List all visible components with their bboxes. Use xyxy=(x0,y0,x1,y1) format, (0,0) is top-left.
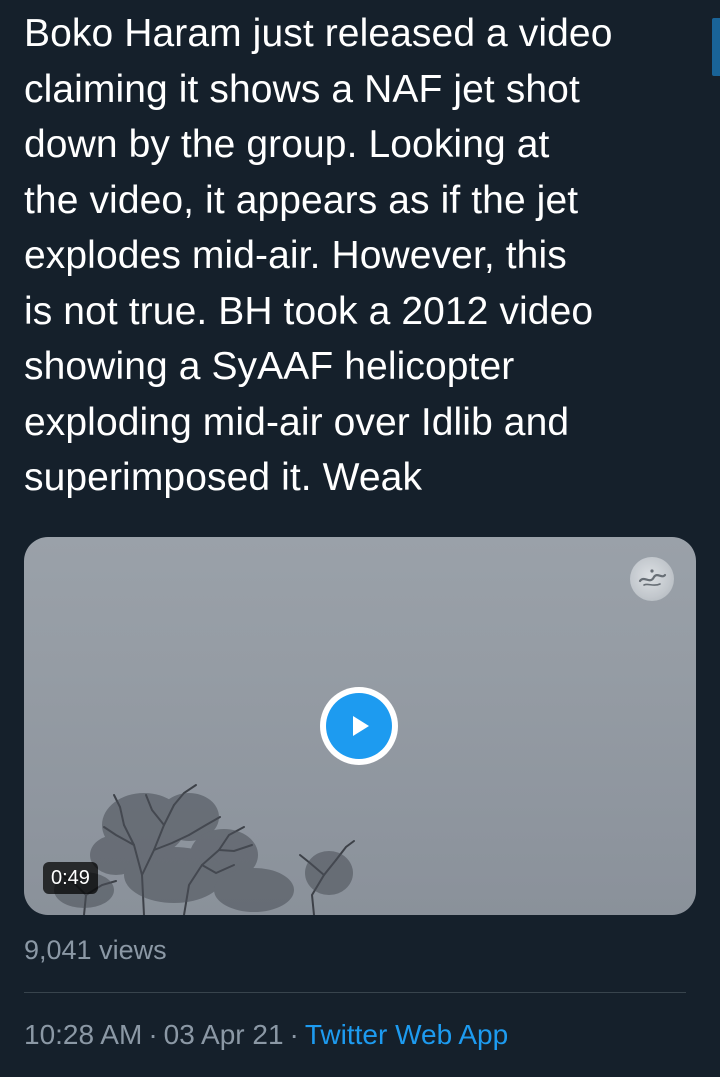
play-button[interactable] xyxy=(320,687,398,765)
source-app-link[interactable]: Twitter Web App xyxy=(305,1019,508,1050)
video-thumbnail-trees xyxy=(54,784,355,915)
separator-dot: · xyxy=(289,1019,299,1050)
separator-dot: · xyxy=(148,1019,158,1050)
tweet-metadata: 10:28 AM · 03 Apr 21 · Twitter Web App xyxy=(24,1019,508,1051)
play-icon xyxy=(326,693,392,759)
video-duration-badge: 0:49 xyxy=(43,862,98,894)
tweet-text: Boko Haram just released a video claimin… xyxy=(24,12,613,499)
tweet-date[interactable]: 03 Apr 21 xyxy=(164,1019,284,1050)
video-player[interactable]: 0:49 xyxy=(24,537,696,915)
scrollbar-indicator[interactable] xyxy=(712,18,720,76)
tweet-time[interactable]: 10:28 AM xyxy=(24,1019,142,1050)
divider xyxy=(24,992,686,993)
view-count: 9,041 views xyxy=(24,935,167,965)
logo-watermark-icon xyxy=(630,557,674,601)
